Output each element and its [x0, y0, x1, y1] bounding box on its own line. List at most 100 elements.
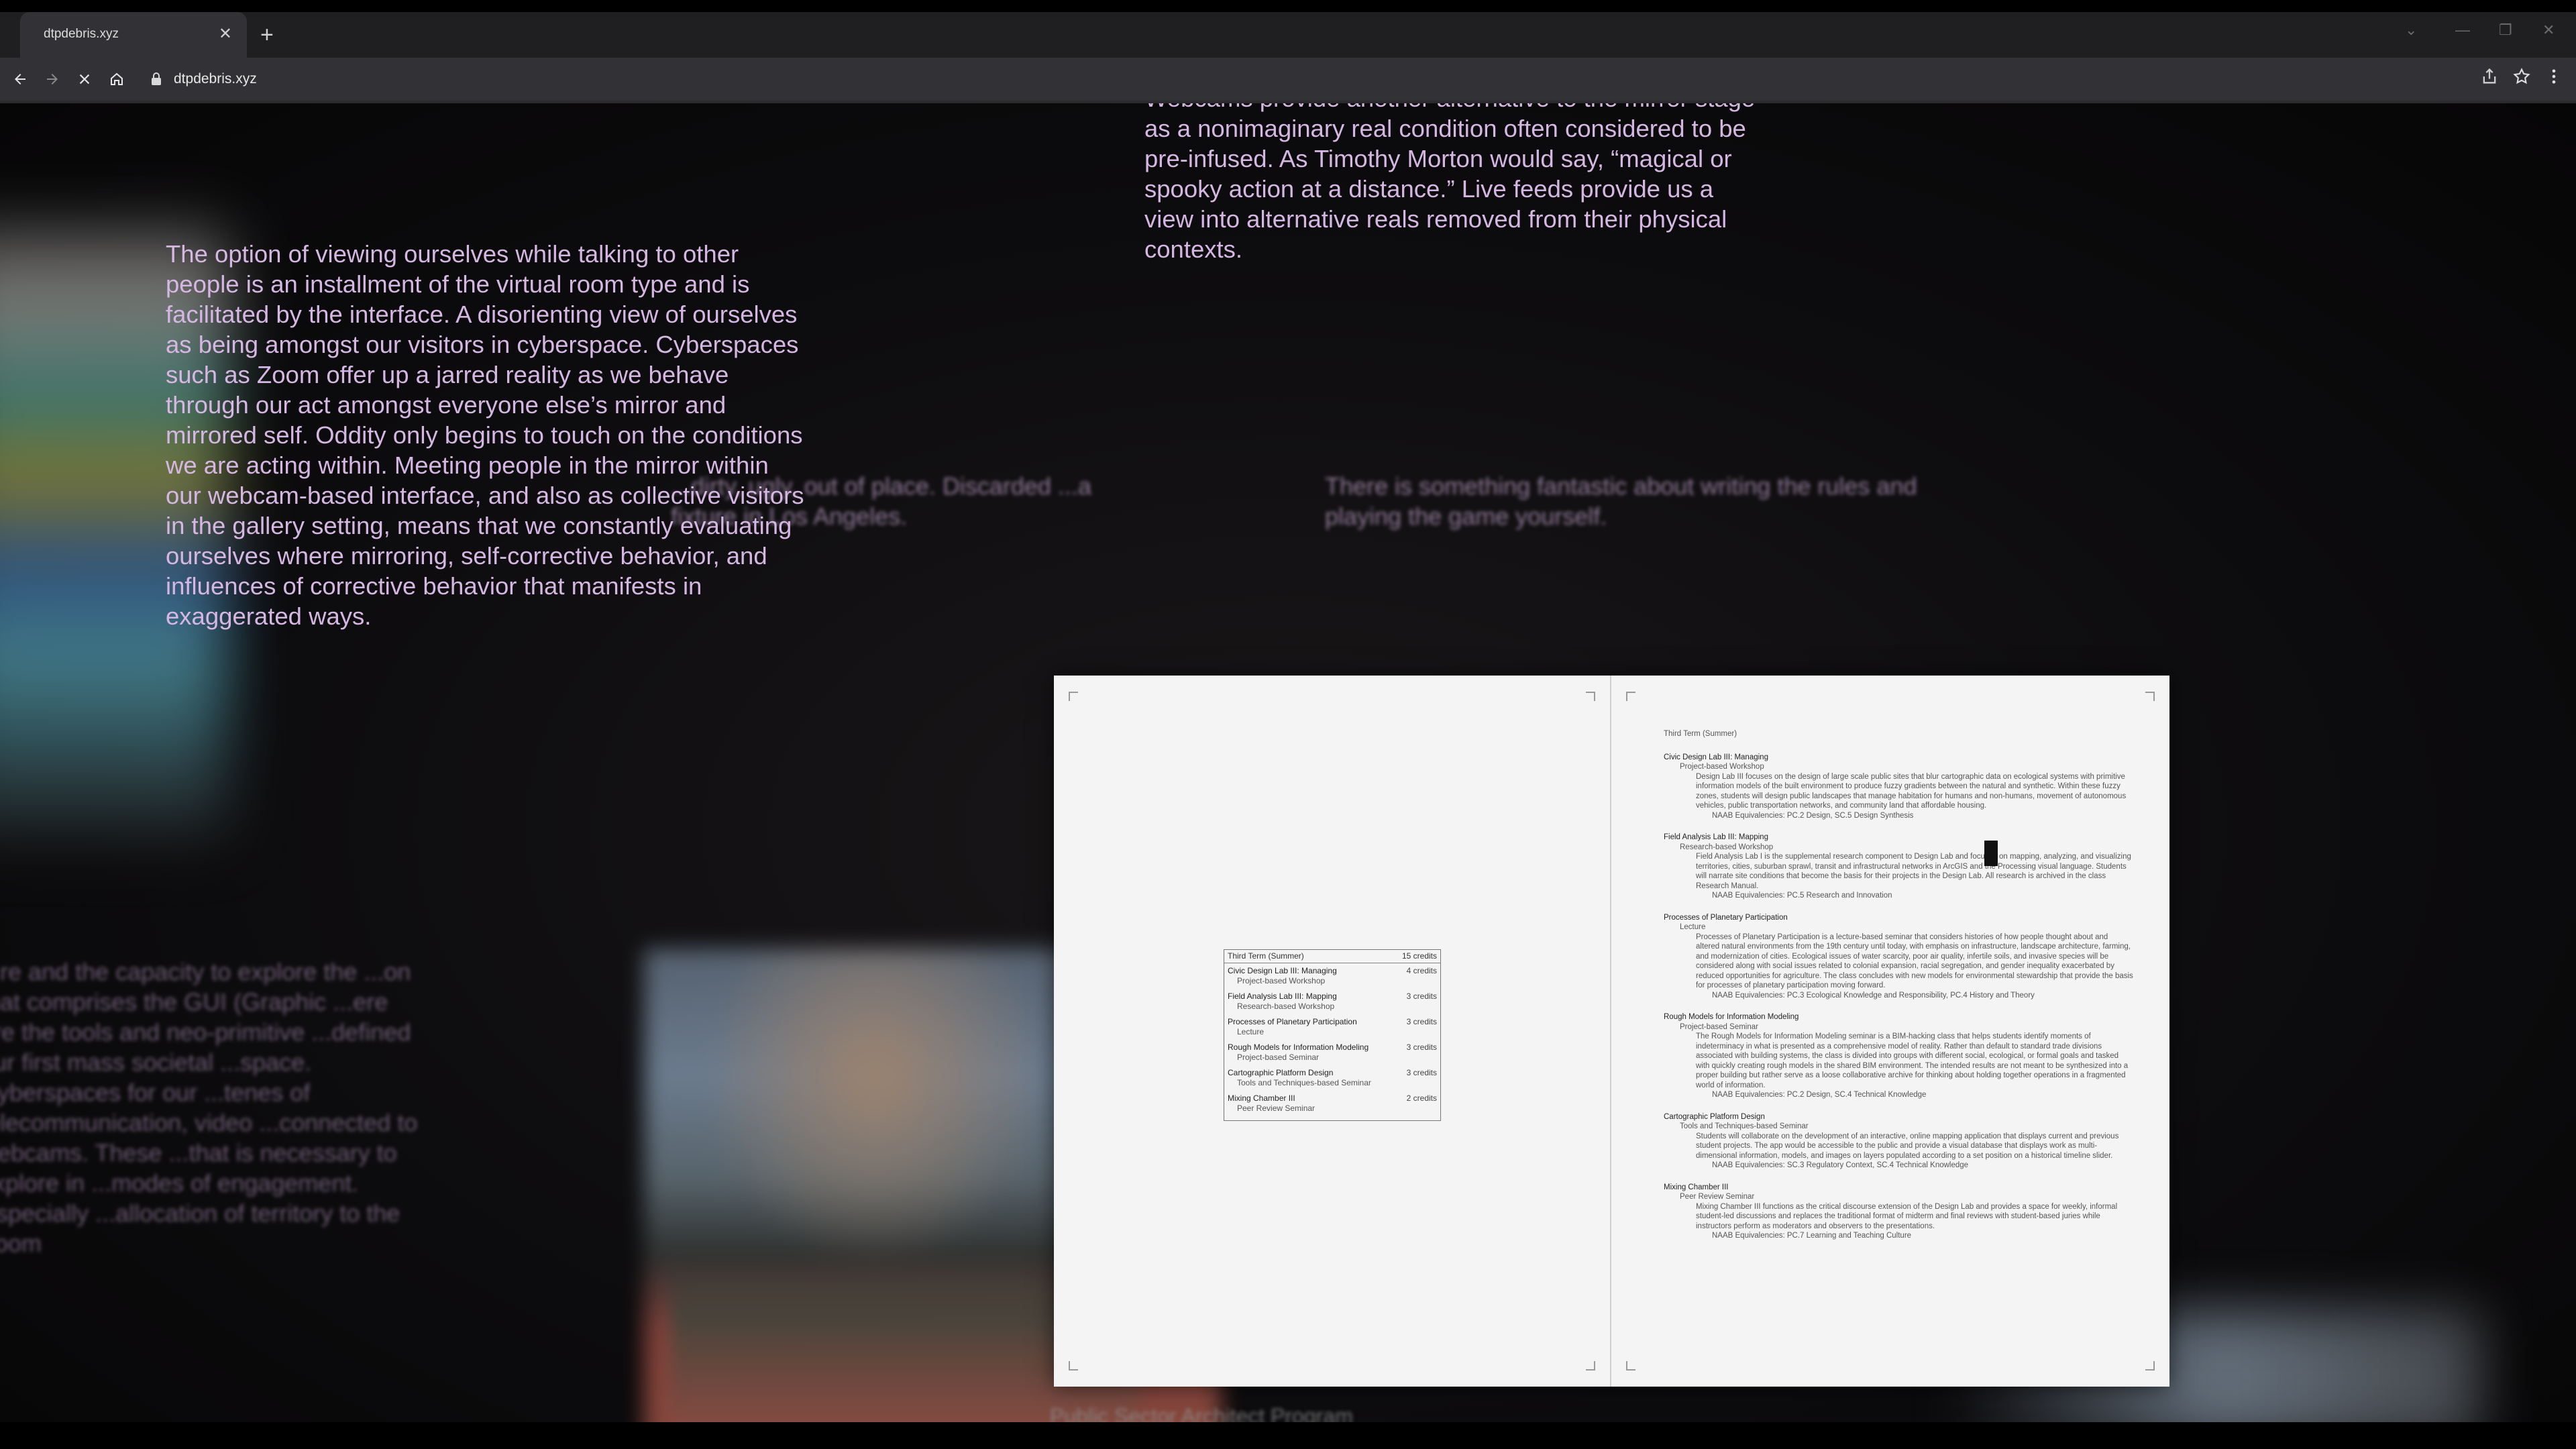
tab-search-icon[interactable]: ⌄: [2405, 21, 2417, 39]
course-type: Peer Review Seminar: [1680, 1193, 1755, 1201]
crop-mark: [1626, 692, 1635, 701]
bookmark-star-icon[interactable]: [2512, 67, 2531, 86]
course-block: Mixing Chamber III Peer Review Seminar Mix…: [1664, 1183, 2133, 1241]
crop-mark: [2145, 692, 2155, 701]
course-title: Processes of Planetary Participation: [1664, 913, 1788, 922]
course-naab: NAAB Equivalencies: PC.2 Design, SC.5 De…: [1712, 811, 1914, 820]
home-icon[interactable]: [103, 66, 130, 93]
course-title: Mixing Chamber III: [1664, 1183, 1729, 1191]
crop-mark: [1069, 692, 1078, 701]
tab-dtpdebris[interactable]: dtpdebris.xyz ✕: [20, 12, 247, 58]
window-close-icon[interactable]: ✕: [2542, 21, 2555, 39]
document-spread[interactable]: Third Term (Summer) 15 credits Civic Des…: [1054, 676, 2169, 1387]
summary-row: Mixing Chamber III 2 credits: [1228, 1093, 1437, 1104]
course-block: Civic Design Lab III: Managing Project-ba…: [1664, 753, 2133, 821]
blurred-text-left-bottom: ...re and the capacity to explore the ..…: [0, 958, 418, 1257]
lock-icon: [152, 72, 161, 85]
text-cursor: [1984, 841, 1998, 866]
page-viewport[interactable]: ...dirty, ugly, out of place. Discarded …: [0, 103, 2576, 1422]
course-type: Project-based Seminar: [1680, 1022, 1758, 1031]
summary-course: Processes of Planetary Participation: [1228, 1017, 1357, 1026]
course-type: Project-based Workshop: [1680, 763, 1764, 771]
browser-toolbar: dtpdebris.xyz: [0, 58, 2576, 101]
course-naab: NAAB Equivalencies: PC.5 Research and In…: [1712, 892, 1892, 900]
summary-course-type: Research-based Workshop: [1237, 1002, 1335, 1011]
document-page-left: Third Term (Summer) 15 credits Civic Des…: [1054, 676, 1611, 1387]
course-block: Rough Models for Information Modeling Pro…: [1664, 1012, 2133, 1100]
course-description: The Rough Models for Information Modelin…: [1696, 1032, 2129, 1089]
course-title: Rough Models for Information Modeling: [1664, 1013, 1799, 1021]
credit-summary-table: Third Term (Summer) 15 credits Civic Des…: [1224, 949, 1441, 1121]
course-description: Design Lab III focuses on the design of …: [1696, 772, 2127, 810]
crop-mark: [1069, 1361, 1078, 1371]
summary-row: Processes of Planetary Participation 3 cr…: [1228, 1017, 1437, 1027]
summary-course-type: Peer Review Seminar: [1237, 1104, 1316, 1113]
course-naab: NAAB Equivalencies: PC.3 Ecological Know…: [1712, 991, 2035, 1000]
course-naab: NAAB Equivalencies: PC.2 Design, SC.4 Te…: [1712, 1091, 1927, 1099]
summary-credits: 3 credits: [1406, 1042, 1437, 1052]
summary-credits: 3 credits: [1406, 991, 1437, 1001]
crop-mark: [1586, 1361, 1595, 1371]
summary-course: Mixing Chamber III: [1228, 1093, 1295, 1103]
share-icon[interactable]: [2480, 67, 2499, 86]
document-page-right: Third Term (Summer) Civic Design Lab III…: [1611, 676, 2169, 1387]
blurred-caption-bottom: Public Sector Architect Program: [1050, 1404, 1353, 1422]
summary-row: Cartographic Platform Design 3 credits: [1228, 1068, 1437, 1078]
course-type: Tools and Techniques-based Seminar: [1680, 1122, 1809, 1130]
kebab-menu-icon[interactable]: [2544, 67, 2563, 86]
summary-course: Rough Models for Information Modeling: [1228, 1042, 1369, 1052]
course-title: Cartographic Platform Design: [1664, 1112, 1765, 1121]
summary-course-type: Project-based Seminar: [1237, 1053, 1320, 1062]
course-description: Mixing Chamber III functions as the crit…: [1696, 1202, 2118, 1230]
course-description: Processes of Planetary Participation is …: [1696, 932, 2133, 990]
summary-credits: 3 credits: [1406, 1017, 1437, 1026]
course-type: Lecture: [1680, 923, 1706, 931]
summary-total-credits: 15 credits: [1401, 951, 1437, 961]
crop-mark: [1586, 692, 1595, 701]
course-block: Processes of Planetary Participation Lect…: [1664, 913, 2133, 1001]
window-top-edge: [0, 0, 2576, 12]
course-block: Cartographic Platform Design Tools and Te…: [1664, 1112, 2133, 1171]
crop-mark: [2145, 1361, 2155, 1371]
summary-credits: 2 credits: [1406, 1093, 1437, 1103]
course-descriptions: Third Term (Summer) Civic Design Lab III…: [1664, 729, 2133, 1253]
summary-row: Civic Design Lab III: Managing 4 credits: [1228, 966, 1437, 976]
summary-course-type: Lecture: [1237, 1027, 1265, 1036]
summary-credits: 3 credits: [1406, 1068, 1437, 1077]
new-tab-icon[interactable]: +: [260, 23, 274, 47]
webcam-paragraph: Webcams provide another alternative to t…: [1144, 103, 1755, 263]
tab-strip: dtpdebris.xyz ✕ + ⌄ — ❐ ✕: [0, 12, 2576, 58]
detail-term: Third Term (Summer): [1664, 730, 1737, 738]
course-naab: NAAB Equivalencies: SC.3 Regulatory Cont…: [1712, 1161, 1969, 1169]
summary-course: Field Analysis Lab III: Mapping: [1228, 991, 1337, 1001]
address-bar[interactable]: dtpdebris.xyz: [138, 63, 2485, 95]
summary-course-type: Tools and Techniques-based Seminar: [1237, 1078, 1371, 1087]
tab-close-icon[interactable]: ✕: [219, 24, 232, 44]
summary-row: Rough Models for Information Modeling 3 c…: [1228, 1042, 1437, 1053]
course-title: Field Analysis Lab III: Mapping: [1664, 833, 1768, 841]
course-title: Civic Design Lab III: Managing: [1664, 753, 1768, 761]
summary-row: Field Analysis Lab III: Mapping 3 credits: [1228, 991, 1437, 1002]
url-text: dtpdebris.xyz: [174, 71, 257, 87]
summary-course: Cartographic Platform Design: [1228, 1068, 1334, 1077]
crop-mark: [1626, 1361, 1635, 1371]
summary-course: Civic Design Lab III: Managing: [1228, 966, 1337, 975]
window-bottom-edge: [0, 1422, 2576, 1449]
course-description: Students will collaborate on the develop…: [1696, 1132, 2119, 1160]
summary-course-type: Project-based Workshop: [1237, 976, 1326, 985]
course-naab: NAAB Equivalencies: PC.7 Learning and Te…: [1712, 1232, 1912, 1240]
course-description: Field Analysis Lab I is the supplemental…: [1696, 853, 2131, 890]
stop-loading-icon[interactable]: [71, 66, 98, 93]
course-type: Research-based Workshop: [1680, 843, 1774, 851]
summary-term: Third Term (Summer): [1228, 951, 1304, 961]
course-block: Field Analysis Lab III: Mapping Research-…: [1664, 833, 2133, 901]
restore-icon[interactable]: ❐: [2499, 21, 2512, 39]
mirror-paragraph: The option of viewing ourselves while ta…: [166, 240, 804, 630]
minimize-icon[interactable]: —: [2455, 21, 2470, 39]
blurred-text-right: There is something fantastic about writi…: [1325, 472, 1917, 530]
back-arrow-icon[interactable]: [7, 66, 34, 93]
summary-header: Third Term (Summer) 15 credits: [1224, 950, 1440, 963]
tab-title: dtpdebris.xyz: [44, 27, 119, 41]
forward-arrow-icon[interactable]: [39, 66, 66, 93]
summary-rows: Civic Design Lab III: Managing 4 credits P…: [1224, 963, 1440, 1120]
